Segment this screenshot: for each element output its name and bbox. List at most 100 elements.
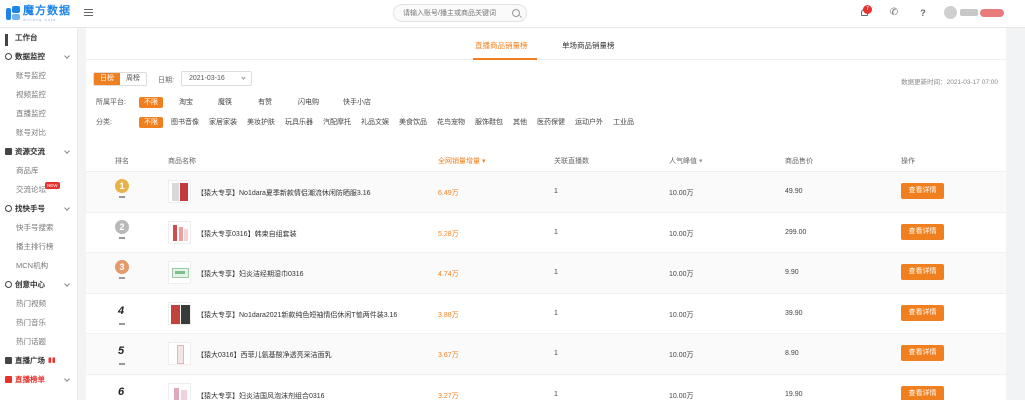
category-chip-any[interactable]: 不限 — [139, 116, 163, 128]
active-tab-underline — [473, 58, 537, 60]
rank-number: 6 — [118, 385, 125, 398]
chevron-down-icon — [241, 75, 246, 80]
medal-base — [119, 236, 125, 239]
category-chip-industrial[interactable]: 工业品 — [608, 117, 639, 128]
sidebar-item-live-monitor[interactable]: 直播监控 — [0, 104, 77, 123]
table-header: 排名 商品名称 全网销量增量 ▾ 关联直播数 人气峰值 ▾ 商品售价 操作 — [86, 148, 1006, 172]
category-chip-food[interactable]: 美食饮品 — [394, 117, 432, 128]
search-input[interactable] — [394, 5, 504, 21]
product-name[interactable]: 【猿大专享】No1dara2021新款纯色短袖情侣休闲T恤两件装3.16 — [197, 310, 397, 320]
phone-icon[interactable]: ✆ — [888, 7, 900, 19]
menu-toggle-icon[interactable] — [84, 9, 93, 18]
product-thumbnail[interactable] — [168, 220, 191, 244]
sidebar-item-account-compare[interactable]: 账号对比 — [0, 123, 77, 142]
platform-chip-youzan[interactable]: 有赞 — [253, 97, 277, 108]
tab-live-product-sales[interactable]: 直播商品销量榜 — [475, 40, 528, 51]
table-row: 2 【猿大专享0316】韩束自组套装 5.28万 1 10.00万 299.00… — [86, 213, 1006, 253]
category-chip-home[interactable]: 家居家装 — [204, 117, 242, 128]
period-toggle: 日榜 周榜 — [93, 72, 147, 86]
category-chip-pets[interactable]: 花鸟宠物 — [432, 117, 470, 128]
platform-chip-shandiangou[interactable]: 闪电购 — [293, 97, 324, 108]
sidebar-item-video-monitor[interactable]: 视频监控 — [0, 85, 77, 104]
exchange-icon — [5, 148, 12, 155]
view-details-button[interactable]: 查看详情 — [901, 345, 944, 361]
sidebar-item-account-monitor[interactable]: 账号监控 — [0, 66, 77, 85]
related-lives: 1 — [554, 269, 558, 276]
daily-option[interactable]: 日榜 — [94, 73, 120, 85]
sidebar-item-hot-videos[interactable]: 热门视频 — [0, 294, 77, 313]
sidebar-group-monitoring[interactable]: 数据监控 — [0, 47, 77, 66]
product-name[interactable]: 【猿大专享】妇炎洁经期湿巾0316 — [197, 269, 304, 279]
date-picker[interactable]: 2021-03-16 — [181, 71, 252, 86]
category-chip-beauty[interactable]: 美妆护肤 — [242, 117, 280, 128]
ranking-tabs: 直播商品销量榜 单场商品销量榜 — [86, 28, 1006, 60]
product-name[interactable]: 【猿大专享】No1dara夏季新款情侣潮流休闲防晒服3.16 — [197, 188, 370, 198]
category-chip-books[interactable]: 图书音像 — [166, 117, 204, 128]
sidebar-group-workbench[interactable]: 工作台 — [0, 28, 77, 47]
category-chip-sports[interactable]: 运动户外 — [570, 117, 608, 128]
product-thumbnail[interactable] — [168, 342, 191, 365]
view-details-button[interactable]: 查看详情 — [901, 183, 944, 199]
platform-chip-mokuai[interactable]: 魔筷 — [213, 97, 237, 108]
table-row: 4 【猿大专享】No1dara2021新款纯色短袖情侣休闲T恤两件装3.16 3… — [86, 294, 1006, 334]
sidebar-group-resources[interactable]: 资源交流 — [0, 142, 77, 161]
product-thumbnail[interactable] — [168, 301, 191, 325]
sidebar-item-hot-topics[interactable]: 热门话题 — [0, 332, 77, 351]
brand-logo[interactable]: 魔方数据 mofang data — [6, 5, 71, 23]
sidebar-item-streamer-ranking[interactable]: 播主排行榜 — [0, 237, 77, 256]
rank-number: 5 — [118, 345, 125, 357]
view-details-button[interactable]: 查看详情 — [901, 223, 944, 240]
product-name[interactable]: 【猿大专享】妇炎洁国风泡沫剂组合0316 — [197, 391, 325, 400]
sidebar-group-creative[interactable]: 创意中心 — [0, 275, 77, 294]
col-actions: 操作 — [901, 158, 915, 165]
username-redacted[interactable] — [960, 9, 978, 16]
category-chip-gifts[interactable]: 礼品文娱 — [356, 117, 394, 128]
live-icon — [5, 357, 12, 364]
sidebar-item-mcn[interactable]: MCN机构 — [0, 256, 77, 275]
sidebar-group-live-ranking[interactable]: 直播榜单 — [0, 370, 77, 389]
category-chip-auto[interactable]: 汽配摩托 — [318, 117, 356, 128]
ranking-table: 排名 商品名称 全网销量增量 ▾ 关联直播数 人气峰值 ▾ 商品售价 操作 1 — [86, 148, 1006, 400]
col-sales-increase[interactable]: 全网销量增量 ▾ — [438, 156, 485, 166]
chevron-down-icon — [64, 376, 70, 382]
platform-chip-taobao[interactable]: 淘宝 — [174, 97, 198, 108]
view-details-button[interactable]: 查看详情 — [901, 304, 944, 321]
sidebar-group-label: 工作台 — [15, 33, 38, 42]
platform-filter: 所属平台: 不限 淘宝 魔筷 有赞 闪电购 快手小店 — [96, 96, 376, 108]
category-chip-other[interactable]: 其他 — [508, 117, 532, 128]
sidebar-item-forum[interactable]: 交流论坛 NEW — [0, 180, 77, 199]
weekly-option[interactable]: 周榜 — [120, 73, 146, 85]
sidebar-item-account-search[interactable]: 快手号搜索 — [0, 218, 77, 237]
date-value: 2021-03-16 — [189, 75, 225, 82]
category-chip-apparel[interactable]: 服饰鞋包 — [470, 117, 508, 128]
category-chip-toys[interactable]: 玩具乐器 — [280, 117, 318, 128]
platform-chip-any[interactable]: 不限 — [139, 96, 163, 108]
sidebar-item-label: 交流论坛 — [16, 185, 46, 194]
price: 39.90 — [785, 309, 803, 317]
medal-bronze-icon: 3 — [115, 260, 129, 274]
peak-popularity: 10.00万 — [669, 271, 694, 278]
col-peak-popularity[interactable]: 人气峰值 ▾ — [669, 156, 702, 166]
sidebar-item-product-library[interactable]: 商品库 — [0, 161, 77, 180]
platform-chip-kuaishou-store[interactable]: 快手小店 — [338, 97, 376, 108]
product-thumbnail[interactable] — [168, 180, 191, 203]
sales-increase: 3.67万 — [438, 352, 459, 359]
sidebar-group-live-plaza[interactable]: 直播广场 ▮▮ — [0, 351, 77, 370]
sidebar-item-hot-music[interactable]: 热门音乐 — [0, 313, 77, 332]
avatar[interactable] — [944, 6, 957, 19]
chevron-down-icon — [64, 148, 70, 154]
product-name[interactable]: 【猿大0316】西菲儿氨基酸净透亮采洁面乳 — [197, 350, 332, 360]
view-details-button[interactable]: 查看详情 — [901, 385, 944, 400]
search-icon[interactable] — [512, 9, 520, 17]
logo-mark-icon — [6, 6, 20, 22]
peak-popularity: 10.00万 — [669, 311, 694, 319]
peak-popularity: 10.00万 — [669, 230, 694, 238]
view-details-button[interactable]: 查看详情 — [901, 264, 944, 280]
help-icon[interactable]: ? — [917, 7, 929, 19]
sidebar-group-find-account[interactable]: 找快手号 — [0, 199, 77, 218]
tab-single-session-sales[interactable]: 单场商品销量榜 — [562, 40, 615, 51]
product-thumbnail[interactable] — [168, 261, 191, 284]
product-thumbnail[interactable] — [168, 382, 191, 400]
product-name[interactable]: 【猿大专享0316】韩束自组套装 — [197, 229, 297, 239]
category-chip-health[interactable]: 医药保健 — [532, 117, 570, 128]
